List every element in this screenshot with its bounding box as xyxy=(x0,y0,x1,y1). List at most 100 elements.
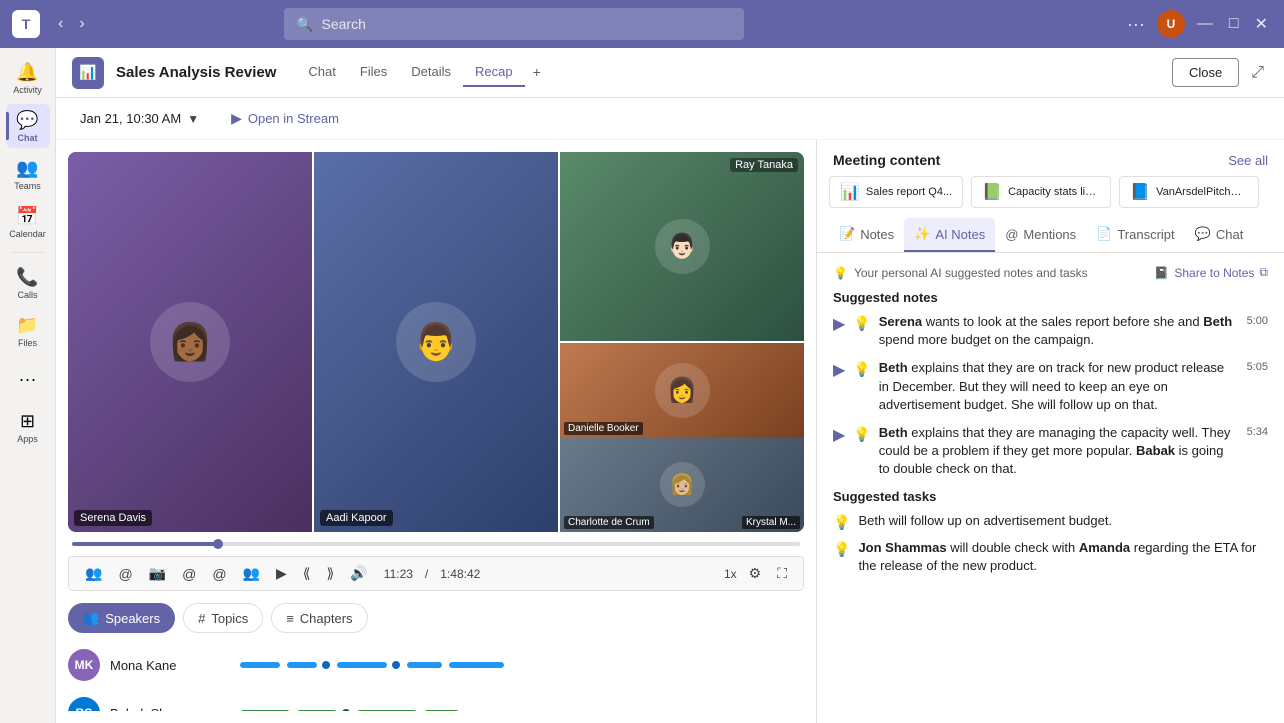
tab-transcript[interactable]: 📄 Transcript xyxy=(1086,218,1185,252)
content-area: 📊 Sales Analysis Review Chat Files Detai… xyxy=(56,48,1284,723)
open-stream-button[interactable]: ▶ Open in Stream xyxy=(223,106,347,131)
people-button[interactable]: 👥 xyxy=(81,563,106,584)
note-time-0: 5:00 xyxy=(1247,315,1268,327)
screenshot-button[interactable]: 📷 xyxy=(145,563,170,584)
file-chip-2[interactable]: 📘 VanArsdelPitchDe... xyxy=(1119,176,1259,208)
file-chip-1[interactable]: 📗 Capacity stats list... xyxy=(971,176,1111,208)
minimize-button[interactable]: — xyxy=(1193,11,1217,37)
meeting-content-header: Meeting content See all xyxy=(817,140,1284,176)
note-item-1: ▶ 💡 Beth explains that they are on track… xyxy=(833,359,1268,414)
tab-files[interactable]: Files xyxy=(348,58,399,87)
task-icon-0: 💡 xyxy=(833,514,850,531)
tab-add-button[interactable]: + xyxy=(525,58,549,87)
fullscreen-button[interactable]: ⛶ xyxy=(773,563,791,584)
mention-button[interactable]: @ xyxy=(114,564,136,584)
sidebar-item-activity[interactable]: 🔔 Activity xyxy=(6,56,50,100)
file-icon-2: 📘 xyxy=(1130,182,1150,202)
back-button[interactable]: ‹ xyxy=(52,11,69,37)
suggested-notes-title: Suggested notes xyxy=(833,290,1268,305)
mention2-button[interactable]: @ xyxy=(178,564,200,584)
lightbulb-icon: 💡 xyxy=(833,266,848,280)
chapters-icon: ≡ xyxy=(286,611,294,626)
more-button[interactable]: ··· xyxy=(1123,10,1149,39)
ai-notes-icon: ✨ xyxy=(914,226,930,242)
speed-label: 1x xyxy=(724,567,737,581)
sidebar-item-calendar[interactable]: 📅 Calendar xyxy=(6,200,50,244)
date-selector[interactable]: Jan 21, 10:30 AM ▼ xyxy=(72,107,207,130)
volume-button[interactable]: 🔊 xyxy=(346,563,371,584)
rewind-button[interactable]: ⟪ xyxy=(299,563,315,584)
video-cell-serena: 👩🏾 Serena Davis xyxy=(68,152,312,532)
see-all-button[interactable]: See all xyxy=(1228,153,1268,168)
sidebar-item-teams[interactable]: 👥 Teams xyxy=(6,152,50,196)
tab-right-chat[interactable]: 💬 Chat xyxy=(1185,218,1254,252)
video-controls: 👥 @ 📷 @ @ 👥 ▶ ⟪ ⟫ 🔊 11:23 / 1:48:42 1x ⚙ xyxy=(68,556,804,591)
sidebar-activity-label: Activity xyxy=(13,85,42,95)
avatar-babak: BS xyxy=(68,697,100,711)
sidebar-teams-label: Teams xyxy=(14,181,41,191)
progress-container[interactable] xyxy=(68,540,804,548)
speaker-name-babak: Babak Shammas xyxy=(110,706,230,712)
sidebar-item-chat[interactable]: 💬 Chat xyxy=(6,104,50,148)
main-layout: 🔔 Activity 💬 Chat 👥 Teams 📅 Calendar 📞 C… xyxy=(0,48,1284,723)
ai-hint-text: Your personal AI suggested notes and tas… xyxy=(854,266,1088,280)
tab-recap[interactable]: Recap xyxy=(463,58,525,87)
search-bar[interactable]: 🔍 xyxy=(284,8,744,40)
tab-notes[interactable]: 📝 Notes xyxy=(829,218,904,252)
popout-button[interactable]: ⤢ xyxy=(1247,60,1268,86)
progress-thumb[interactable] xyxy=(213,539,223,549)
progress-bar[interactable] xyxy=(72,542,800,546)
group-button[interactable]: 👥 xyxy=(239,563,264,584)
tab-chat[interactable]: Chat xyxy=(296,58,347,87)
mention3-button[interactable]: @ xyxy=(208,564,230,584)
close-meeting-button[interactable]: Close xyxy=(1172,58,1239,87)
share-to-notes-button[interactable]: 📓 Share to Notes ⧉ xyxy=(1154,265,1268,280)
tab-mentions[interactable]: @ Mentions xyxy=(995,218,1086,252)
forward-skip-button[interactable]: ⟫ xyxy=(323,563,339,584)
note-lightbulb-2: 💡 xyxy=(853,426,870,443)
video-section: 👩🏾 Serena Davis 👨 Aadi Kapoor xyxy=(56,140,816,723)
titlebar: T ‹ › 🔍 ··· U — □ ✕ xyxy=(0,0,1284,48)
tab-ai-notes[interactable]: ✨ AI Notes xyxy=(904,218,995,252)
maximize-button[interactable]: □ xyxy=(1225,11,1243,37)
header-right: Close ⤢ xyxy=(1172,58,1268,87)
close-window-button[interactable]: ✕ xyxy=(1251,10,1272,38)
avatar[interactable]: U xyxy=(1157,10,1185,38)
settings-button[interactable]: ⚙ xyxy=(745,563,766,584)
teams-logo: T xyxy=(12,10,40,38)
onenote-icon: 📓 xyxy=(1154,266,1169,280)
search-input[interactable] xyxy=(322,16,733,32)
task-item-1: 💡 Jon Shammas will double check with Ama… xyxy=(833,539,1268,575)
tab-speakers[interactable]: 👥 Speakers xyxy=(68,603,175,633)
note-expand-2[interactable]: ▶ xyxy=(833,425,845,445)
sidebar-item-apps[interactable]: ⊞ Apps xyxy=(6,405,50,449)
file-icon-1: 📗 xyxy=(982,182,1002,202)
transcript-label: Transcript xyxy=(1117,227,1174,242)
task-text-1: Jon Shammas will double check with Amand… xyxy=(858,539,1268,575)
search-icon: 🔍 xyxy=(296,16,313,33)
timeline-babak xyxy=(240,709,804,711)
note-expand-0[interactable]: ▶ xyxy=(833,314,845,334)
video-cell-aadi: 👨 Aadi Kapoor xyxy=(314,152,558,532)
participant-name-serena: Serena Davis xyxy=(74,510,152,526)
sidebar-item-more[interactable]: ··· xyxy=(6,357,50,401)
tab-details[interactable]: Details xyxy=(399,58,463,87)
tab-topics[interactable]: # Topics xyxy=(183,603,263,633)
sidebar-item-calls[interactable]: 📞 Calls xyxy=(6,261,50,305)
date-bar: Jan 21, 10:30 AM ▼ ▶ Open in Stream xyxy=(56,98,1284,140)
tab-chapters[interactable]: ≡ Chapters xyxy=(271,603,367,633)
file-chip-0[interactable]: 📊 Sales report Q4... xyxy=(829,176,963,208)
note-expand-1[interactable]: ▶ xyxy=(833,360,845,380)
calendar-icon: 📅 xyxy=(16,206,38,227)
active-indicator xyxy=(6,112,9,140)
forward-button[interactable]: › xyxy=(73,11,90,37)
speaker-name-mona: Mona Kane xyxy=(110,658,230,673)
note-item-0: ▶ 💡 Serena wants to look at the sales re… xyxy=(833,313,1268,349)
activity-icon: 🔔 xyxy=(16,62,38,83)
ai-notes-label: AI Notes xyxy=(935,227,985,242)
date-label: Jan 21, 10:30 AM xyxy=(80,111,181,126)
play-button[interactable]: ▶ xyxy=(272,563,291,584)
participant-name-aadi: Aadi Kapoor xyxy=(320,510,393,526)
sidebar-item-files[interactable]: 📁 Files xyxy=(6,309,50,353)
notes-tab-label: Notes xyxy=(860,227,894,242)
